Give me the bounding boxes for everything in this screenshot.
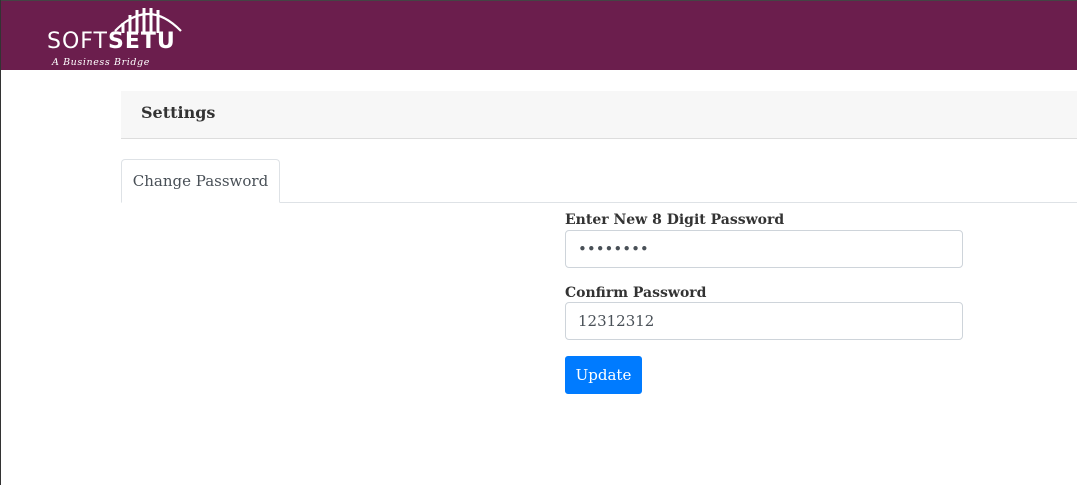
new-password-group: Enter New 8 Digit Password — [565, 210, 963, 268]
confirm-password-label: Confirm Password — [565, 285, 707, 301]
settings-tabs: Change Password — [121, 158, 1077, 203]
tab-change-password[interactable]: Change Password — [121, 159, 280, 203]
top-navbar: SOFTSETU A Business Bridge — [1, 0, 1077, 70]
confirm-password-input[interactable] — [565, 302, 963, 340]
new-password-input[interactable] — [565, 230, 963, 268]
page: SOFTSETU A Business Bridge Settings Chan… — [0, 0, 1077, 485]
settings-card-header: Settings — [121, 91, 1077, 139]
logo-tagline: A Business Bridge — [52, 57, 150, 68]
page-title: Settings — [141, 103, 216, 122]
softsetu-logo[interactable]: SOFTSETU A Business Bridge — [47, 3, 189, 69]
new-password-label: Enter New 8 Digit Password — [565, 212, 785, 228]
confirm-password-group: Confirm Password — [565, 283, 963, 340]
update-button[interactable]: Update — [565, 356, 642, 394]
logo-wordmark: SOFTSETU — [47, 30, 176, 54]
logo-wordmark-setu: SETU — [108, 29, 176, 54]
logo-wordmark-soft: SOFT — [47, 29, 108, 54]
